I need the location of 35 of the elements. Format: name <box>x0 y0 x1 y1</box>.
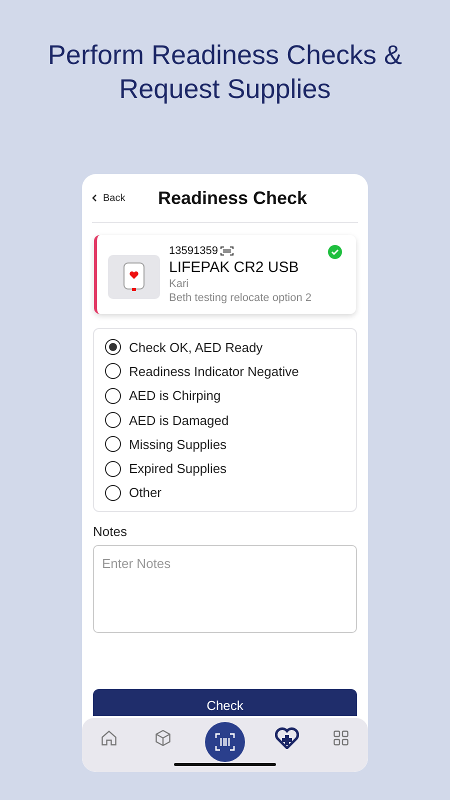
radio-option[interactable]: Check OK, AED Ready <box>105 337 345 358</box>
radio-button[interactable] <box>105 436 121 452</box>
screen-title: Readiness Check <box>158 188 308 208</box>
device-location: Beth testing relocate option 2 <box>169 292 312 304</box>
radio-option[interactable]: Missing Supplies <box>105 434 345 454</box>
barcode-icon <box>220 246 234 256</box>
check-button[interactable]: Check <box>93 689 357 716</box>
serial-number: 13591359 <box>169 245 218 257</box>
radio-button[interactable] <box>105 460 121 477</box>
scan-button[interactable] <box>205 722 245 762</box>
radio-button[interactable] <box>105 363 121 380</box>
radio-option[interactable]: Expired Supplies <box>105 458 345 479</box>
device-name: LIFEPAK CR2 USB <box>169 259 300 276</box>
back-link[interactable]: Back <box>92 192 158 204</box>
radio-option[interactable]: AED is Chirping <box>105 386 345 406</box>
radio-button[interactable] <box>105 339 121 356</box>
radio-button[interactable] <box>105 388 121 404</box>
radio-option[interactable]: Readiness Indicator Negative <box>105 361 345 382</box>
radio-button[interactable] <box>105 412 121 428</box>
device-card[interactable]: 13591359 LIFEPAK CR2 USB Kari Beth testing relocate option 2 <box>94 235 356 314</box>
home-icon <box>100 729 118 747</box>
radio-button[interactable] <box>105 484 121 501</box>
barcode-scan-icon <box>215 733 235 751</box>
tab-button[interactable] <box>275 726 299 750</box>
notes-label: Notes <box>93 524 128 540</box>
back-chevron-icon <box>92 194 97 202</box>
radio-option[interactable]: Other <box>105 482 345 504</box>
notes-field[interactable]: Enter Notes <box>93 545 357 634</box>
box-icon <box>154 729 172 747</box>
heart-plus-icon <box>275 727 299 749</box>
radio-option[interactable]: AED is Damaged <box>105 410 345 430</box>
headline: Perform Readiness Checks & Request Supplies <box>46 39 404 106</box>
defibrillator-icon <box>123 262 145 292</box>
device-owner: Kari <box>169 278 190 290</box>
grid-icon <box>332 729 350 747</box>
